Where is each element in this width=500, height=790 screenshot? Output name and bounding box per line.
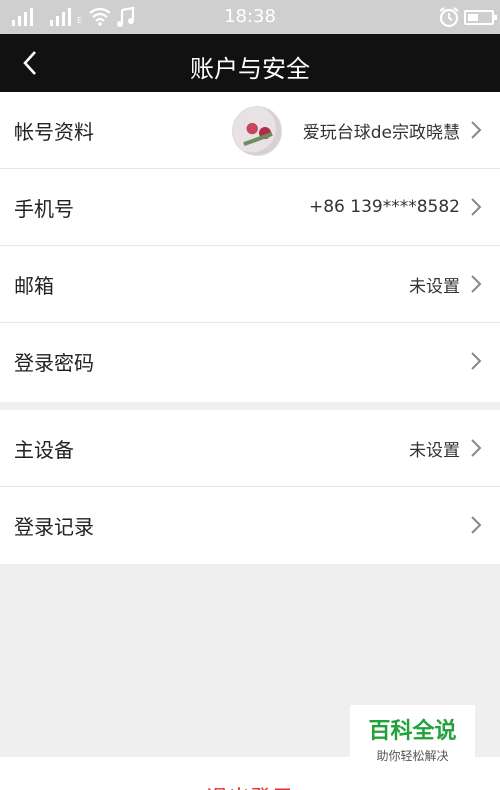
watermark-logo: 百科全说 助你轻松解决: [350, 705, 475, 763]
login-password-row[interactable]: 登录密码: [0, 323, 500, 400]
row-value: +86 139****8582: [309, 197, 460, 217]
status-time: 18:38: [224, 6, 276, 27]
row-label: 帐号资料: [14, 119, 94, 144]
status-bar: E 18:38: [0, 0, 500, 34]
nav-bar: 账户与安全: [0, 34, 500, 92]
row-label: 主设备: [14, 437, 74, 462]
chevron-right-icon: [471, 516, 482, 534]
battery-icon: [464, 10, 497, 25]
row-label: 登录记录: [14, 515, 94, 539]
row-value: 未设置: [409, 276, 460, 297]
watermark-title: 百科全说: [368, 719, 457, 744]
row-value: 未设置: [409, 440, 460, 461]
chevron-right-icon: [471, 198, 482, 216]
chevron-right-icon: [471, 121, 482, 139]
account-profile-row[interactable]: 帐号资料 爱玩台球de宗政晓慧: [0, 92, 500, 169]
alarm-icon: [439, 7, 459, 28]
login-history-row[interactable]: 登录记录: [0, 487, 500, 564]
row-label: 手机号: [14, 196, 74, 221]
logout-button[interactable]: 退出登录: [0, 781, 500, 790]
row-value: 爱玩台球de宗政晓慧: [302, 122, 460, 143]
watermark-subtitle: 助你轻松解决: [376, 749, 449, 763]
chevron-right-icon: [471, 352, 482, 370]
account-settings-group: 帐号资料 爱玩台球de宗政晓慧 手机号 +86 139****8582 邮箱 未…: [0, 92, 500, 402]
email-row[interactable]: 邮箱 未设置: [0, 246, 500, 323]
device-settings-group: 主设备 未设置 登录记录: [0, 410, 500, 564]
page-title: 账户与安全: [190, 55, 310, 83]
chevron-right-icon: [471, 439, 482, 457]
phone-number-row[interactable]: 手机号 +86 139****8582: [0, 169, 500, 246]
avatar: [232, 106, 282, 156]
row-label: 登录密码: [14, 351, 94, 375]
primary-device-row[interactable]: 主设备 未设置: [0, 410, 500, 487]
row-label: 邮箱: [14, 273, 54, 298]
chevron-right-icon: [471, 275, 482, 293]
